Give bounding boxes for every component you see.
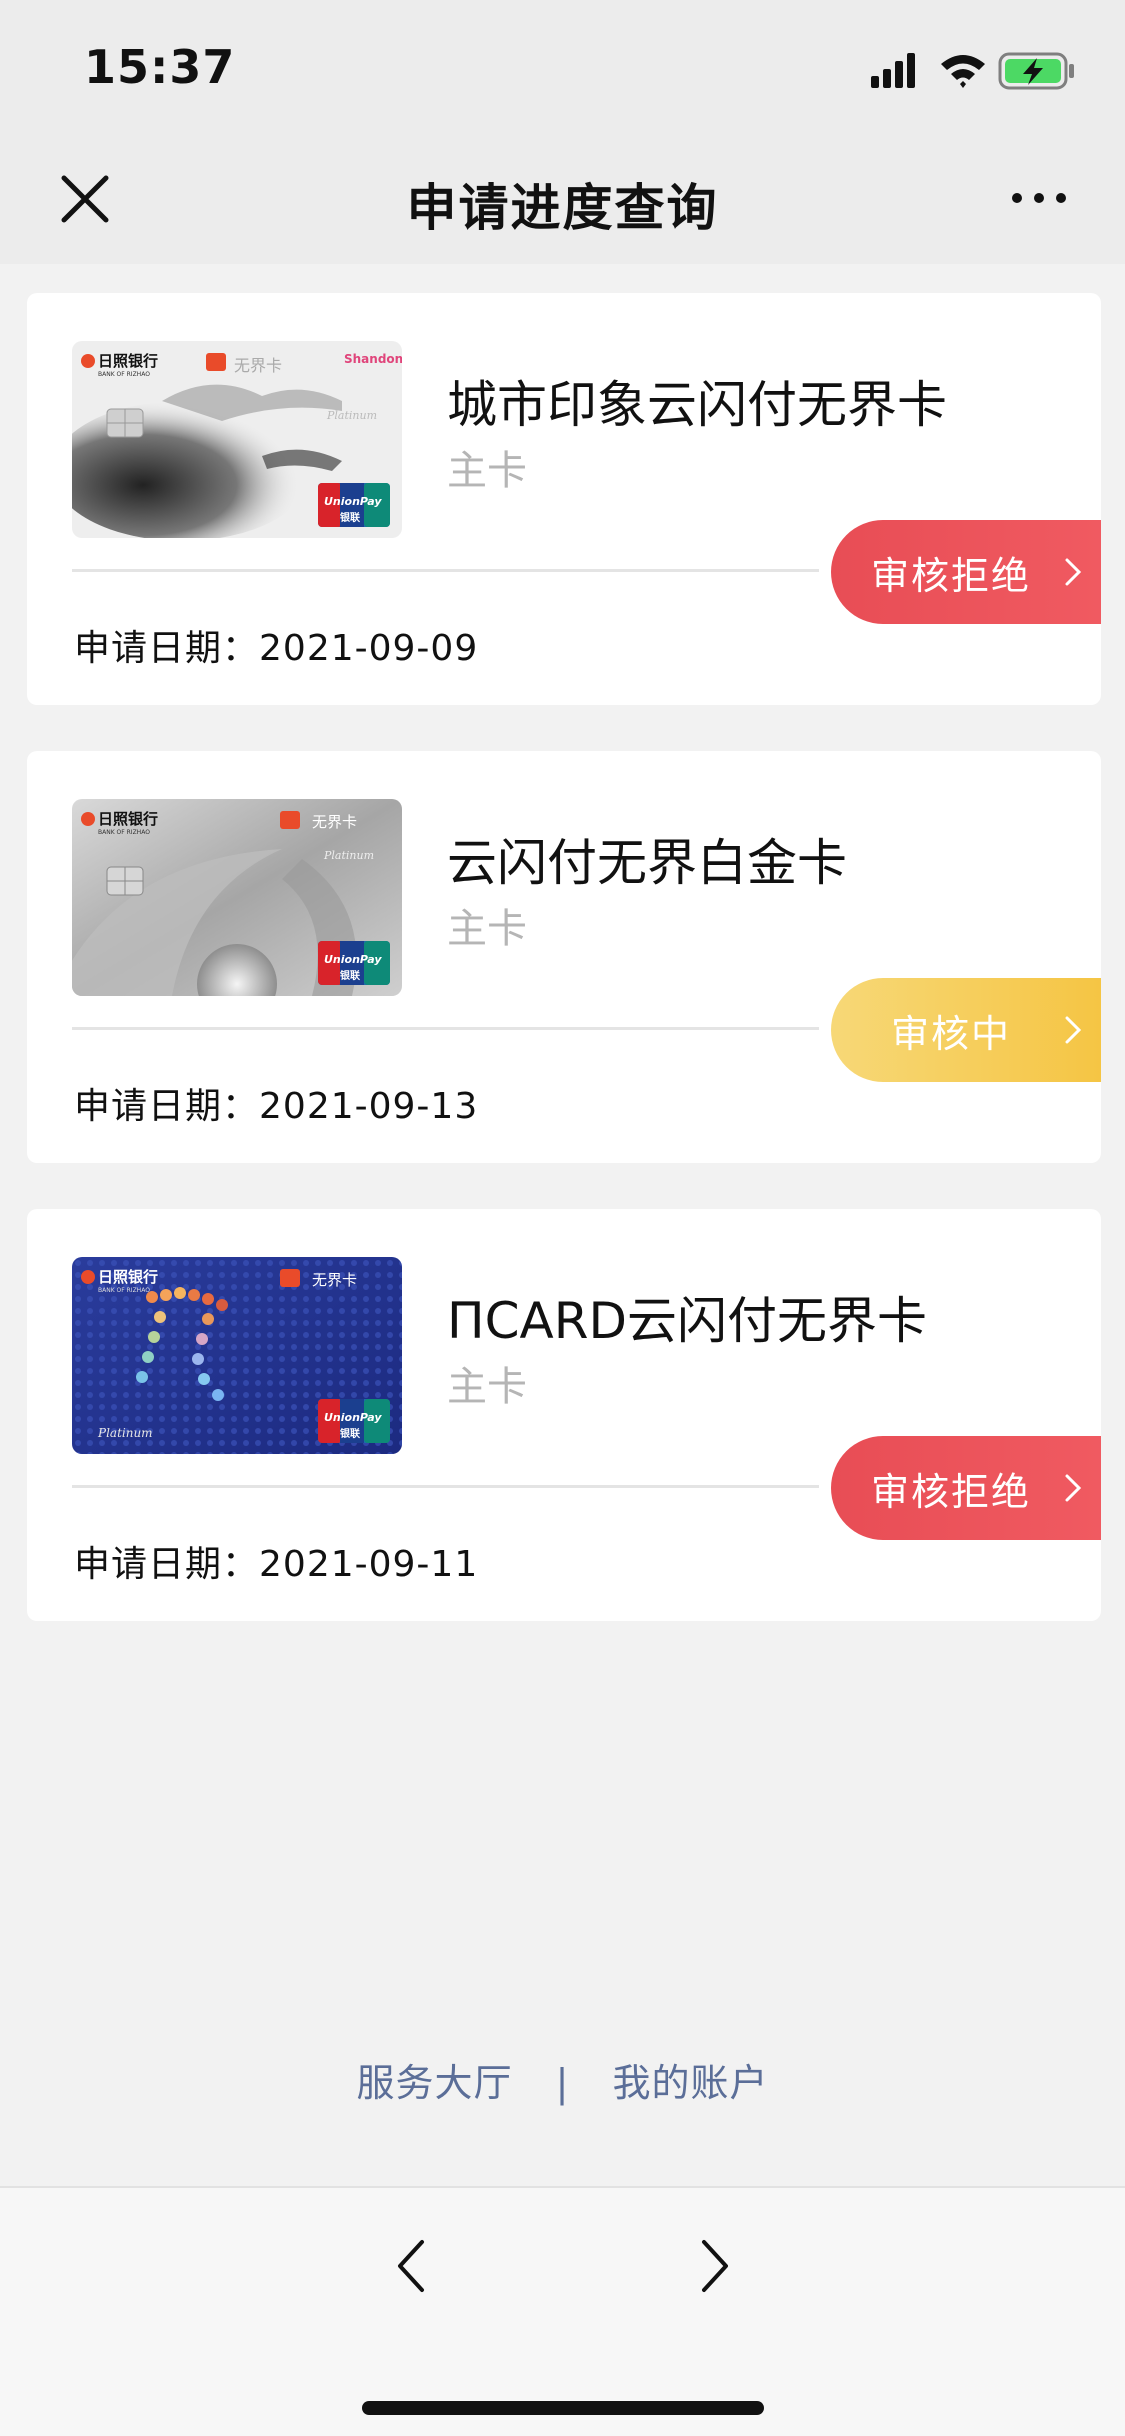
card-brand-cn: 银联 — [340, 969, 360, 982]
credit-card-image: 日照银行 BANK OF RIZHAO 无界卡 Platinum UnionPa… — [72, 1257, 402, 1454]
chevron-right-icon — [1065, 1474, 1082, 1502]
card-product-name: 城市印象云闪付无界卡 — [447, 376, 947, 434]
application-item[interactable]: 日照银行 BANK OF RIZHAO 无界卡 Platinum UnionPa… — [27, 1209, 1101, 1621]
card-tag: 无界卡 — [312, 1271, 357, 1289]
card-tier: Platinum — [323, 849, 374, 862]
status-icons — [871, 50, 1081, 90]
card-bank-en: BANK OF RIZHAO — [98, 829, 150, 836]
footer-links: 服务大厅 | 我的账户 — [0, 2052, 1125, 2107]
home-indicator[interactable] — [362, 2401, 764, 2415]
application-item[interactable]: 日照银行 BANK OF RIZHAO 无界卡 Shandong Platinu… — [27, 293, 1101, 705]
application-date: 申请日期：2021-09-11 — [74, 1544, 479, 1585]
card-extra-logo: Shandong — [344, 352, 402, 366]
my-account-link[interactable]: 我的账户 — [613, 2052, 769, 2107]
status-label: 审核拒绝 — [870, 553, 1031, 598]
forward-arrow-icon[interactable] — [694, 2236, 734, 2296]
card-product-name: ΠCARD云闪付无界卡 — [447, 1292, 927, 1350]
service-hall-link[interactable]: 服务大厅 — [356, 2052, 512, 2107]
card-type-label: 主卡 — [447, 906, 527, 952]
card-brand-cn: 银联 — [340, 511, 360, 524]
credit-card-image: 日照银行 BANK OF RIZHAO 无界卡 Shandong Platinu… — [72, 341, 402, 538]
application-date: 申请日期：2021-09-09 — [74, 628, 479, 669]
wifi-icon — [941, 55, 985, 88]
card-bank-en: BANK OF RIZHAO — [98, 371, 150, 378]
card-bank-name: 日照银行 — [98, 810, 158, 828]
divider — [72, 1485, 819, 1488]
browser-toolbar — [0, 2186, 1125, 2436]
card-tier: Platinum — [326, 409, 377, 422]
cellular-signal-icon — [871, 53, 915, 88]
chevron-right-icon — [1065, 558, 1082, 586]
footer-separator: | — [555, 2061, 570, 2105]
divider — [72, 1027, 819, 1030]
card-tag: 无界卡 — [312, 813, 357, 831]
card-product-name: 云闪付无界白金卡 — [447, 834, 847, 892]
status-button[interactable]: 审核拒绝 — [831, 1436, 1101, 1540]
card-type-label: 主卡 — [447, 1364, 527, 1410]
chevron-right-icon — [1065, 1016, 1082, 1044]
card-brand: UnionPay — [324, 953, 382, 966]
status-label: 审核拒绝 — [870, 1469, 1031, 1514]
application-date: 申请日期：2021-09-13 — [74, 1086, 479, 1127]
status-button[interactable]: 审核中 — [831, 978, 1101, 1082]
back-arrow-icon[interactable] — [392, 2236, 432, 2296]
status-bar: 15:37 — [0, 0, 1125, 132]
more-options-icon[interactable] — [1009, 188, 1069, 208]
card-bank-en: BANK OF RIZHAO — [98, 1287, 150, 1294]
page-title: 申请进度查询 — [406, 179, 719, 237]
status-time: 15:37 — [84, 40, 236, 94]
card-brand: UnionPay — [324, 495, 382, 508]
divider — [72, 569, 819, 572]
card-tag: 无界卡 — [234, 356, 282, 375]
credit-card-image: 日照银行 BANK OF RIZHAO 无界卡 Platinum UnionPa… — [72, 799, 402, 996]
nav-bar: 申请进度查询 — [0, 132, 1125, 264]
card-bank-name: 日照银行 — [98, 1268, 158, 1286]
card-type-label: 主卡 — [447, 448, 527, 494]
status-label: 审核中 — [890, 1011, 1011, 1056]
card-brand-cn: 银联 — [340, 1427, 360, 1440]
battery-charging-icon — [998, 52, 1074, 90]
card-brand: UnionPay — [324, 1411, 382, 1424]
card-tier: Platinum — [97, 1426, 153, 1440]
status-button[interactable]: 审核拒绝 — [831, 520, 1101, 624]
card-bank-name: 日照银行 — [98, 352, 158, 370]
application-item[interactable]: 日照银行 BANK OF RIZHAO 无界卡 Platinum UnionPa… — [27, 751, 1101, 1163]
